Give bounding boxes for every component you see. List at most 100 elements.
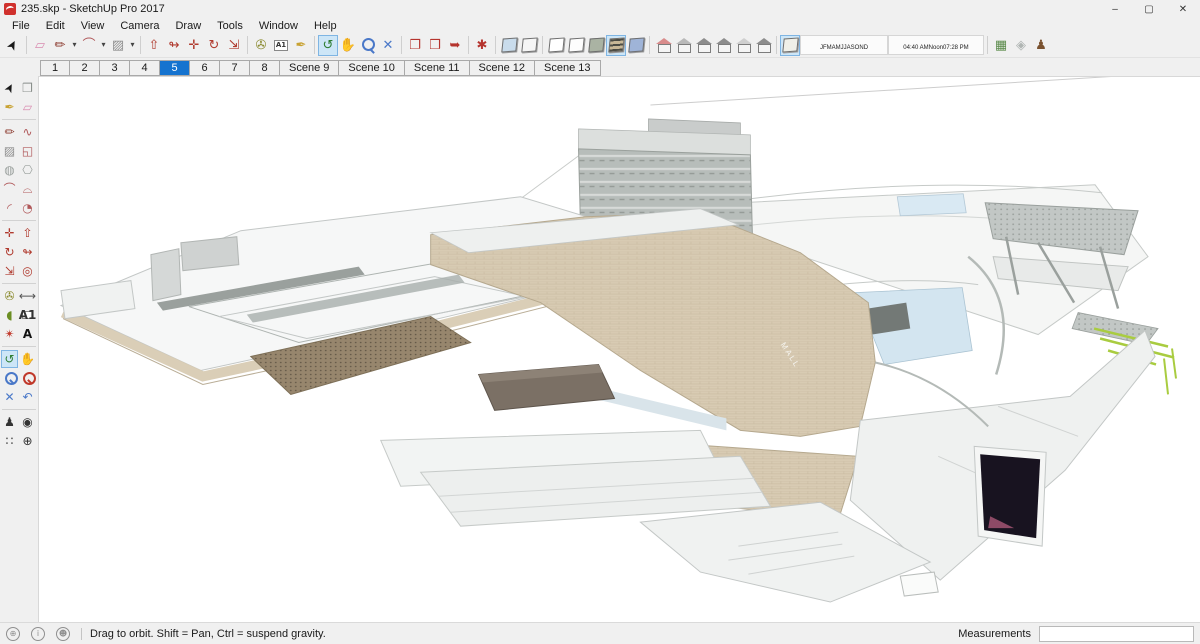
menu-tools[interactable]: Tools <box>209 20 251 32</box>
scene-tab-scene-11[interactable]: Scene 11 <box>404 60 470 76</box>
extension-warehouse-icon[interactable]: ✱ <box>472 35 492 56</box>
previous-view-tool[interactable]: ↶ <box>19 388 36 406</box>
zoom-tool[interactable] <box>1 369 18 387</box>
scene-tab-scene-13[interactable]: Scene 13 <box>535 60 601 76</box>
scene-tab-1[interactable]: 1 <box>40 60 70 76</box>
circle-tool[interactable]: ◍ <box>1 161 18 179</box>
pushpull-tool[interactable]: ⇧ <box>19 224 36 242</box>
followme-tool[interactable]: ↬ <box>19 243 36 261</box>
shadow-month-slider[interactable]: JFMAMJJASOND <box>800 35 888 55</box>
scene-tab-6[interactable]: 6 <box>190 60 220 76</box>
scene-tab-3[interactable]: 3 <box>100 60 130 76</box>
back-edges-style-icon[interactable] <box>519 35 539 56</box>
scale-tool[interactable]: ⇲ <box>1 262 18 280</box>
position-camera-tool[interactable]: ♟ <box>1 413 18 431</box>
front-view-icon[interactable] <box>693 35 713 56</box>
scene-tab-2[interactable]: 2 <box>70 60 100 76</box>
menu-edit[interactable]: Edit <box>38 20 73 32</box>
get-models-icon[interactable]: ❐ <box>405 35 425 56</box>
arc-tool[interactable]: ⌒ <box>1 180 18 198</box>
menu-file[interactable]: File <box>4 20 38 32</box>
iso-view-icon[interactable] <box>653 35 673 56</box>
line-dropdown-icon[interactable]: ▾ <box>70 35 79 56</box>
scene-tab-4[interactable]: 4 <box>130 60 160 76</box>
text-tool[interactable]: A1 <box>19 306 37 324</box>
scene-tab-8[interactable]: 8 <box>250 60 280 76</box>
zoom-extents-tool[interactable]: ✕ <box>1 388 18 406</box>
rectangle-tool[interactable]: ▨ <box>1 142 18 160</box>
menu-view[interactable]: View <box>73 20 113 32</box>
geolocation-status-icon[interactable]: ⊕ <box>6 626 20 641</box>
line-tool[interactable]: ✏ <box>1 123 18 141</box>
rotate-tool-icon[interactable]: ↻ <box>204 35 224 56</box>
tape-measure-tool-icon[interactable]: ✇ <box>251 35 271 56</box>
share-model-icon[interactable]: ❒ <box>425 35 445 56</box>
three-point-arc-tool[interactable]: ◜ <box>1 199 18 217</box>
signin-status-icon[interactable]: ☻ <box>56 626 70 641</box>
scene-tab-scene-10[interactable]: Scene 10 <box>339 60 405 76</box>
axes-tool[interactable]: ✴ <box>1 325 18 343</box>
threed-text-tool[interactable]: A <box>19 325 36 343</box>
freehand-tool[interactable]: ∿ <box>19 123 36 141</box>
scene-tab-7[interactable]: 7 <box>220 60 250 76</box>
measurements-input[interactable] <box>1039 625 1194 642</box>
shadows-toggle-icon[interactable] <box>780 34 800 56</box>
zoom-window-tool[interactable] <box>19 369 36 387</box>
protractor-tool[interactable]: ◖ <box>1 306 18 324</box>
viewport-3d-model[interactable]: MALL <box>39 77 1200 622</box>
menu-help[interactable]: Help <box>306 20 345 32</box>
top-view-icon[interactable] <box>673 35 693 56</box>
walk-tool[interactable]: ∷ <box>1 432 18 450</box>
rectangle-tool-icon[interactable]: ▨ <box>108 35 128 56</box>
move-tool-icon[interactable]: ✛ <box>184 35 204 56</box>
send-model-icon[interactable]: ➥ <box>445 35 465 56</box>
shaded-style-icon[interactable] <box>586 35 606 56</box>
eraser-tool-icon[interactable]: ▱ <box>30 35 50 56</box>
back-view-icon[interactable] <box>733 35 753 56</box>
scale-tool-icon[interactable]: ⇲ <box>224 35 244 56</box>
pie-tool[interactable]: ◔ <box>19 199 36 217</box>
monochrome-style-icon[interactable] <box>626 35 646 56</box>
arc-dropdown-icon[interactable]: ▾ <box>99 35 108 56</box>
offset-tool[interactable]: ◎ <box>19 262 36 280</box>
pan-tool[interactable]: ✋ <box>19 350 36 368</box>
add-location-icon[interactable]: ▦ <box>991 35 1011 56</box>
pan-tool-icon[interactable]: ✋ <box>338 35 358 56</box>
hidden-line-style-icon[interactable] <box>566 35 586 56</box>
close-button[interactable]: ✕ <box>1166 0 1200 18</box>
shaded-textures-style-icon[interactable] <box>606 34 626 56</box>
paint-bucket-tool-icon[interactable]: ✒ <box>291 35 311 56</box>
arc-tool-icon[interactable]: ⌒ <box>79 35 99 56</box>
right-view-icon[interactable] <box>713 35 733 56</box>
orbit-tool-icon[interactable]: ↺ <box>318 34 338 56</box>
toggle-terrain-icon[interactable]: ◈ <box>1011 35 1031 56</box>
zoom-extents-icon[interactable]: ✕ <box>378 35 398 56</box>
eraser-tool[interactable]: ▱ <box>19 98 36 116</box>
paint-bucket-tool[interactable]: ✒ <box>1 98 18 116</box>
scene-tab-scene-9[interactable]: Scene 9 <box>280 60 340 76</box>
credit-status-icon[interactable]: i <box>31 626 45 641</box>
menu-window[interactable]: Window <box>251 20 306 32</box>
make-component-tool[interactable]: ❒ <box>19 79 36 97</box>
orbit-tool[interactable]: ↺ <box>1 350 18 368</box>
center-canopy[interactable] <box>477 363 616 411</box>
maximize-button[interactable]: ▢ <box>1132 0 1166 18</box>
dimension-tool[interactable]: ⟷ <box>19 287 36 305</box>
look-around-tool[interactable]: ◉ <box>19 413 36 431</box>
right-lower-mass[interactable] <box>849 329 1156 581</box>
menu-camera[interactable]: Camera <box>112 20 167 32</box>
xray-style-icon[interactable] <box>499 35 519 56</box>
wireframe-style-icon[interactable] <box>546 35 566 56</box>
menu-draw[interactable]: Draw <box>167 20 209 32</box>
tape-measure-tool[interactable]: ✇ <box>1 287 18 305</box>
minimize-button[interactable]: – <box>1098 0 1132 18</box>
line-tool-icon[interactable]: ✏ <box>50 35 70 56</box>
select-tool-icon[interactable]: ➤ <box>0 31 27 59</box>
left-view-icon[interactable] <box>753 35 773 56</box>
two-point-arc-tool[interactable]: ⌓ <box>19 180 36 198</box>
photo-textures-icon[interactable]: ♟ <box>1031 35 1051 56</box>
text-tool-icon[interactable]: A1 <box>271 35 291 56</box>
move-tool[interactable]: ✛ <box>1 224 18 242</box>
pushpull-tool-icon[interactable]: ⇧ <box>144 35 164 56</box>
shadow-time-slider[interactable]: 04:40 AM Noon 07:28 PM <box>888 35 984 55</box>
